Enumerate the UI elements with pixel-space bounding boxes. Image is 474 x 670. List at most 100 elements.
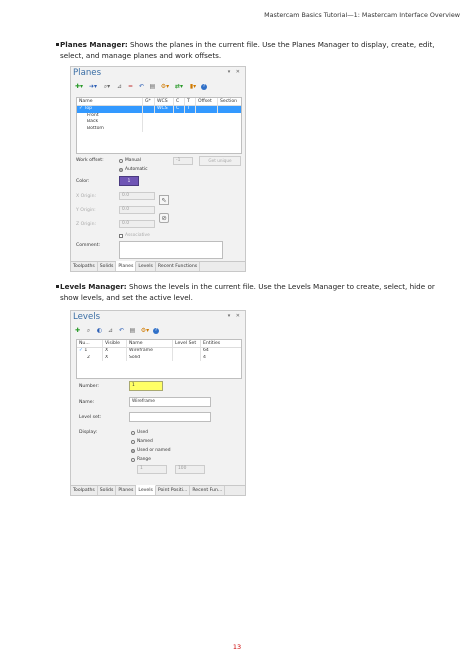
add-level-icon[interactable]: ✚ <box>73 327 82 335</box>
checkbox-square <box>119 233 123 238</box>
tab-recent-functions[interactable]: Recent Functions <box>156 262 201 271</box>
planes-tab-bar: Toolpaths Solids Planes Levels Recent Fu… <box>71 261 245 271</box>
reset-origin-icon[interactable]: ⊘ <box>159 213 169 223</box>
levels-manager-panel: Levels ▾ ✕ ✚ ⌕ ◐ ⊿ ↶ ▤ ⚙▾ ? Nu... Visibl… <box>70 310 246 496</box>
col-g[interactable]: G* <box>143 98 155 105</box>
x-origin-label: X Origin: <box>76 194 97 199</box>
named-radio[interactable]: Named <box>131 439 153 444</box>
levels-toolbar: ✚ ⌕ ◐ ⊿ ↶ ▤ ⚙▾ ? <box>73 326 159 335</box>
page-number: 13 <box>232 643 242 651</box>
help-icon[interactable]: ? <box>153 327 159 334</box>
color-label: Color: <box>76 179 90 184</box>
col-section[interactable]: Section <box>218 98 241 105</box>
radio-circle <box>119 158 123 163</box>
col-wcs[interactable]: WCS <box>155 98 174 105</box>
used-radio[interactable]: Used <box>131 430 148 435</box>
table-row[interactable]: 2 X Solid 4 <box>77 354 241 362</box>
col-c[interactable]: C <box>174 98 185 105</box>
col-number[interactable]: Nu... <box>77 340 103 347</box>
radio-circle <box>131 430 135 435</box>
col-entities[interactable]: Entities <box>201 340 241 347</box>
select-icon[interactable]: ➜▾ <box>87 83 99 91</box>
grid-header: Name G* WCS C T Offset Section <box>77 98 241 106</box>
number-field[interactable]: 1 <box>129 381 163 391</box>
display-label: Display: <box>79 430 98 435</box>
refresh-icon[interactable]: ⇄▾ <box>173 83 185 91</box>
panel-title: Planes <box>73 68 102 78</box>
get-unique-button[interactable]: Get unique <box>199 156 241 166</box>
table-row[interactable]: Bottom <box>77 125 241 133</box>
col-t[interactable]: T <box>185 98 196 105</box>
running-header: Mastercam Basics Tutorial—1: Mastercam I… <box>264 11 460 19</box>
help-icon[interactable]: ? <box>201 83 207 90</box>
offset-value-field[interactable]: -1 <box>173 157 193 165</box>
planes-grid: Name G* WCS C T Offset Section ✓ Top WCS… <box>76 97 242 154</box>
comment-field[interactable] <box>119 241 223 259</box>
save-icon[interactable]: ▤ <box>148 83 157 91</box>
tab-toolpaths[interactable]: Toolpaths <box>71 262 98 271</box>
tab-planes[interactable]: Planes <box>116 261 137 271</box>
level-set-field[interactable] <box>129 412 211 422</box>
range-to-field[interactable]: 100 <box>175 465 205 474</box>
z-origin-field[interactable]: 0.0 <box>119 220 155 228</box>
panel-title: Levels <box>73 312 101 322</box>
active-check-icon: ✓ <box>79 106 83 111</box>
bullet-levels-manager: Levels Manager: Shows the levels in the … <box>56 281 455 303</box>
bullet-title: Levels Manager: <box>60 282 127 291</box>
save-icon[interactable]: ▤ <box>128 327 137 335</box>
used-or-named-radio[interactable]: Used or named <box>131 448 171 453</box>
panel-window-controls[interactable]: ▾ ✕ <box>228 313 242 319</box>
find-icon[interactable]: ⌕▾ <box>101 83 113 91</box>
tab-solids[interactable]: Solids <box>98 262 117 271</box>
planes-toolbar: ✚▾ ➜▾ ⌕▾ ⊿ = ↶ ▤ ⚙▾ ⇄▾ ▮▾ ? <box>73 82 207 91</box>
reset-icon[interactable]: ↶ <box>137 83 146 91</box>
radio-circle <box>131 457 135 462</box>
table-row[interactable]: ✓ 1 X Wireframe 64 <box>77 348 241 355</box>
number-label: Number: <box>79 384 99 389</box>
add-plane-icon[interactable]: ✚▾ <box>73 83 85 91</box>
bullet-planes-manager: Planes Manager: Shows the planes in the … <box>56 39 455 61</box>
manual-radio[interactable]: Manual <box>119 158 141 163</box>
associative-checkbox[interactable]: Associative <box>119 233 150 238</box>
reset-icon[interactable]: ↶ <box>117 327 126 335</box>
color-swatch[interactable]: 1 <box>119 176 139 186</box>
find-icon[interactable]: ⌕ <box>84 327 93 335</box>
automatic-radio[interactable]: Automatic <box>119 167 148 172</box>
settings-icon[interactable]: ⚙▾ <box>159 83 171 91</box>
table-row[interactable]: Back <box>77 119 241 126</box>
pick-origin-icon[interactable]: ⇖ <box>159 195 169 205</box>
name-field[interactable]: Wireframe <box>129 397 211 407</box>
col-name[interactable]: Name <box>127 340 173 347</box>
col-visible[interactable]: Visible <box>103 340 127 347</box>
level-set-label: Level set: <box>79 415 102 420</box>
col-name[interactable]: Name <box>77 98 143 105</box>
radio-circle <box>131 448 135 453</box>
col-level-set[interactable]: Level Set <box>173 340 201 347</box>
tab-levels[interactable]: Levels <box>136 262 156 271</box>
filter-icon[interactable]: ⊿ <box>115 83 124 91</box>
bullet-dot <box>56 285 59 288</box>
x-origin-field[interactable]: 0.0 <box>119 192 155 200</box>
range-radio[interactable]: Range <box>131 457 151 462</box>
table-row[interactable]: Front <box>77 112 241 120</box>
tab-planes[interactable]: Planes <box>116 486 137 495</box>
tab-toolpaths[interactable]: Toolpaths <box>71 486 98 495</box>
equal-icon[interactable]: = <box>126 83 135 91</box>
visible-icon[interactable]: ◐ <box>95 327 104 335</box>
filter-icon[interactable]: ⊿ <box>106 327 115 335</box>
tab-levels[interactable]: Levels <box>136 485 156 495</box>
display-icon[interactable]: ▮▾ <box>187 83 199 91</box>
table-row[interactable]: ✓ Top WCS C T <box>77 106 241 113</box>
z-origin-label: Z Origin: <box>76 222 97 227</box>
range-from-field[interactable]: 1 <box>137 465 167 474</box>
active-check-icon: ✓ <box>79 348 83 353</box>
panel-window-controls[interactable]: ▾ ✕ <box>228 69 242 75</box>
y-origin-field[interactable]: 0.0 <box>119 206 155 214</box>
tab-solids[interactable]: Solids <box>98 486 117 495</box>
tab-point-positions[interactable]: Point Positi... <box>156 486 191 495</box>
col-offset[interactable]: Offset <box>196 98 218 105</box>
comment-label: Comment: <box>76 243 101 248</box>
tab-recent-functions[interactable]: Recent Fun... <box>190 486 226 495</box>
settings-icon[interactable]: ⚙▾ <box>139 327 151 335</box>
grid-header: Nu... Visible Name Level Set Entities <box>77 340 241 348</box>
